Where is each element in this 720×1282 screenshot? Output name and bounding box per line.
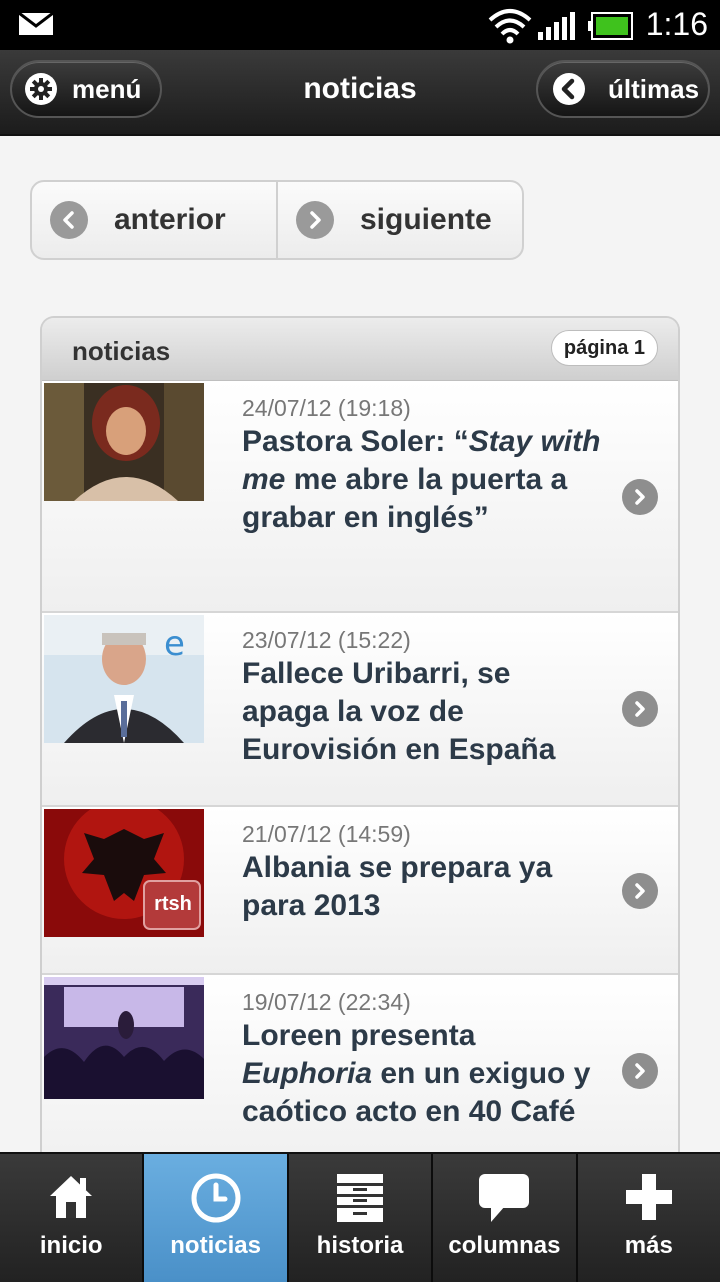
plus-icon — [578, 1172, 720, 1222]
news-list: noticias página 1 24/07/12 (19:18) Pasto… — [40, 316, 680, 1154]
list-item[interactable]: 19/07/12 (22:34) Loreen presenta Euphori… — [42, 975, 678, 1154]
previous-button[interactable]: anterior — [32, 182, 276, 258]
news-thumbnail — [44, 977, 204, 1099]
signal-icon — [538, 12, 575, 40]
news-date: 19/07/12 (22:34) — [242, 989, 411, 1015]
latest-label: últimas — [608, 73, 700, 104]
news-thumbnail — [44, 383, 204, 501]
chevron-left-icon — [50, 201, 88, 239]
speech-bubble-icon — [433, 1172, 575, 1224]
news-title: Fallece Uribarri, se apaga la voz de Eur… — [242, 657, 556, 766]
previous-label: anterior — [114, 203, 226, 236]
mail-icon — [18, 12, 54, 35]
cabinet-icon — [289, 1172, 431, 1224]
news-title: Albania se prepara ya para 2013 — [242, 851, 553, 922]
latest-button[interactable]: últimas — [536, 60, 710, 118]
list-item[interactable]: e 23/07/12 (15:22) Fallece Uribarri, se … — [42, 613, 678, 807]
news-title: Pastora Soler: “Stay with me me abre la … — [242, 425, 601, 534]
tab-label: columnas — [448, 1232, 561, 1259]
battery-icon — [588, 12, 633, 40]
news-title: Loreen presenta Euphoria en un exiguo y … — [242, 1019, 591, 1128]
news-thumbnail: rtsh — [44, 809, 204, 937]
channel-logo-text: rtsh — [154, 893, 192, 915]
app-header: menú noticias últimas — [0, 50, 720, 136]
tab-columnas[interactable]: columnas — [433, 1154, 578, 1282]
chevron-left-icon — [552, 72, 586, 106]
clock-time: 1:16 — [645, 6, 708, 42]
news-date: 24/07/12 (19:18) — [242, 395, 411, 421]
news-thumbnail: e — [44, 615, 204, 743]
tab-label: inicio — [39, 1232, 103, 1259]
list-header: noticias página 1 — [42, 318, 678, 381]
clock-icon — [144, 1172, 286, 1224]
chevron-right-icon — [296, 201, 334, 239]
next-button[interactable]: siguiente — [276, 182, 522, 258]
chevron-right-icon — [622, 691, 658, 727]
news-date: 23/07/12 (15:22) — [242, 627, 411, 653]
wifi-icon — [488, 9, 532, 44]
bottom-tab-bar: inicio noticias historia columnas más — [0, 1152, 720, 1282]
svg-text:e: e — [164, 624, 185, 664]
chevron-right-icon — [622, 1053, 658, 1089]
list-item[interactable]: 24/07/12 (19:18) Pastora Soler: “Stay wi… — [42, 381, 678, 613]
page-badge: página 1 — [550, 330, 658, 366]
status-bar: 1:16 — [0, 0, 720, 50]
list-title: noticias — [72, 336, 171, 366]
home-icon — [0, 1172, 142, 1222]
tab-label: más — [624, 1232, 673, 1259]
tab-historia[interactable]: historia — [288, 1154, 434, 1282]
tab-label: noticias — [170, 1232, 261, 1259]
tab-noticias[interactable]: noticias — [144, 1154, 289, 1282]
tab-inicio[interactable]: inicio — [0, 1154, 145, 1282]
chevron-right-icon — [622, 873, 658, 909]
chevron-right-icon — [622, 479, 658, 515]
tab-mas[interactable]: más — [577, 1154, 720, 1282]
list-item[interactable]: rtsh 21/07/12 (14:59) Albania se prepara… — [42, 807, 678, 975]
pager: anterior siguiente — [30, 180, 524, 260]
next-label: siguiente — [360, 203, 492, 236]
news-date: 21/07/12 (14:59) — [242, 821, 411, 847]
tab-label: historia — [316, 1232, 404, 1259]
